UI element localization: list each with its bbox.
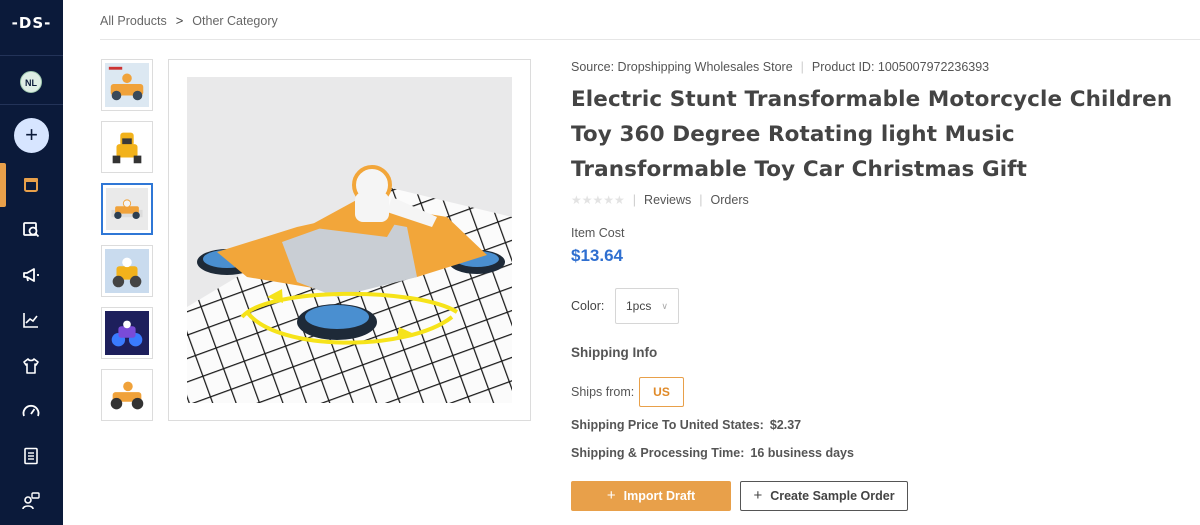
thumbnail-5[interactable] — [101, 307, 153, 359]
item-cost-value: $13.64 — [571, 246, 623, 265]
ships-from-option[interactable]: US — [639, 377, 684, 407]
main-product-image[interactable] — [187, 77, 512, 403]
chart-icon[interactable] — [18, 307, 44, 333]
color-select-value: 1pcs — [626, 299, 652, 313]
shipping-time-row: Shipping & Processing Time: 16 business d… — [571, 446, 854, 460]
thumbnail-1[interactable] — [101, 59, 153, 111]
import-draft-label: Import Draft — [623, 489, 696, 503]
shipping-info-heading: Shipping Info — [571, 345, 658, 360]
product-thumbnail-image — [105, 373, 149, 417]
color-label: Color: — [571, 299, 605, 313]
shipping-time-label: Shipping & Processing Time: — [571, 446, 745, 460]
product-thumbnail-image — [105, 249, 149, 293]
speedometer-icon[interactable] — [18, 398, 44, 424]
breadcrumb-current[interactable]: Other Category — [192, 14, 277, 28]
product-search-icon[interactable] — [18, 216, 44, 242]
divider: | — [699, 193, 703, 207]
orders-link[interactable]: Orders — [711, 193, 749, 207]
app-logo[interactable]: -DS- — [0, 14, 63, 32]
shipping-price-label: Shipping Price To United States: — [571, 418, 764, 432]
sidebar-divider — [0, 55, 63, 56]
thumbnail-3[interactable] — [101, 183, 153, 235]
shipping-price-value: $2.37 — [769, 418, 802, 432]
plus-icon: + — [606, 487, 616, 504]
store-icon[interactable] — [18, 172, 44, 198]
create-sample-order-label: Create Sample Order — [770, 489, 895, 503]
thumbnail-6[interactable] — [101, 369, 153, 421]
product-id: Product ID: 1005007972236393 — [811, 60, 990, 74]
support-chat-icon[interactable] — [18, 488, 44, 514]
main-image-frame — [168, 59, 531, 421]
sidebar: -DS- NL + — [0, 0, 63, 525]
megaphone-icon[interactable] — [18, 262, 44, 288]
thumbnail-2[interactable] — [101, 121, 153, 173]
shipping-time-value: 16 business days — [750, 446, 854, 460]
breadcrumb-all-products[interactable]: All Products — [100, 14, 167, 28]
star-rating-icon: ★★★★★ — [571, 193, 625, 207]
thumbnail-4[interactable] — [101, 245, 153, 297]
reviews-link[interactable]: Reviews — [644, 193, 691, 207]
divider: | — [632, 193, 637, 207]
import-draft-button[interactable]: + Import Draft — [571, 481, 731, 511]
color-select[interactable]: 1pcs ∨ — [615, 288, 679, 324]
product-title: Electric Stunt Transformable Motorcycle … — [571, 87, 1173, 182]
product-thumbnail-image — [105, 311, 149, 355]
item-cost-label: Item Cost — [571, 226, 625, 240]
header-divider — [100, 39, 1200, 40]
plus-icon: + — [753, 487, 763, 504]
rating-line: ★★★★★ | Reviews | Orders — [571, 193, 749, 207]
active-indicator — [0, 163, 6, 207]
sidebar-divider — [0, 104, 63, 105]
chevron-down-icon: ∨ — [661, 301, 668, 311]
product-thumbnail-image — [106, 188, 148, 230]
tshirt-icon[interactable] — [18, 353, 44, 379]
shipping-price-row: Shipping Price To United States: $2.37 — [571, 418, 801, 432]
product-thumbnail-image — [105, 125, 149, 169]
add-button[interactable]: + — [14, 118, 49, 153]
chevron-right-icon: > — [175, 13, 184, 28]
product-thumbnail-image — [105, 63, 149, 107]
source-line: Source: Dropshipping Wholesales Store | … — [571, 60, 989, 74]
ships-from-label: Ships from: — [571, 385, 635, 399]
source-store: Source: Dropshipping Wholesales Store — [571, 60, 793, 74]
document-icon[interactable] — [18, 443, 44, 469]
avatar[interactable]: NL — [20, 71, 42, 93]
breadcrumb: All Products > Other Category — [100, 13, 278, 28]
create-sample-order-button[interactable]: + Create Sample Order — [740, 481, 908, 511]
divider: | — [800, 60, 804, 74]
